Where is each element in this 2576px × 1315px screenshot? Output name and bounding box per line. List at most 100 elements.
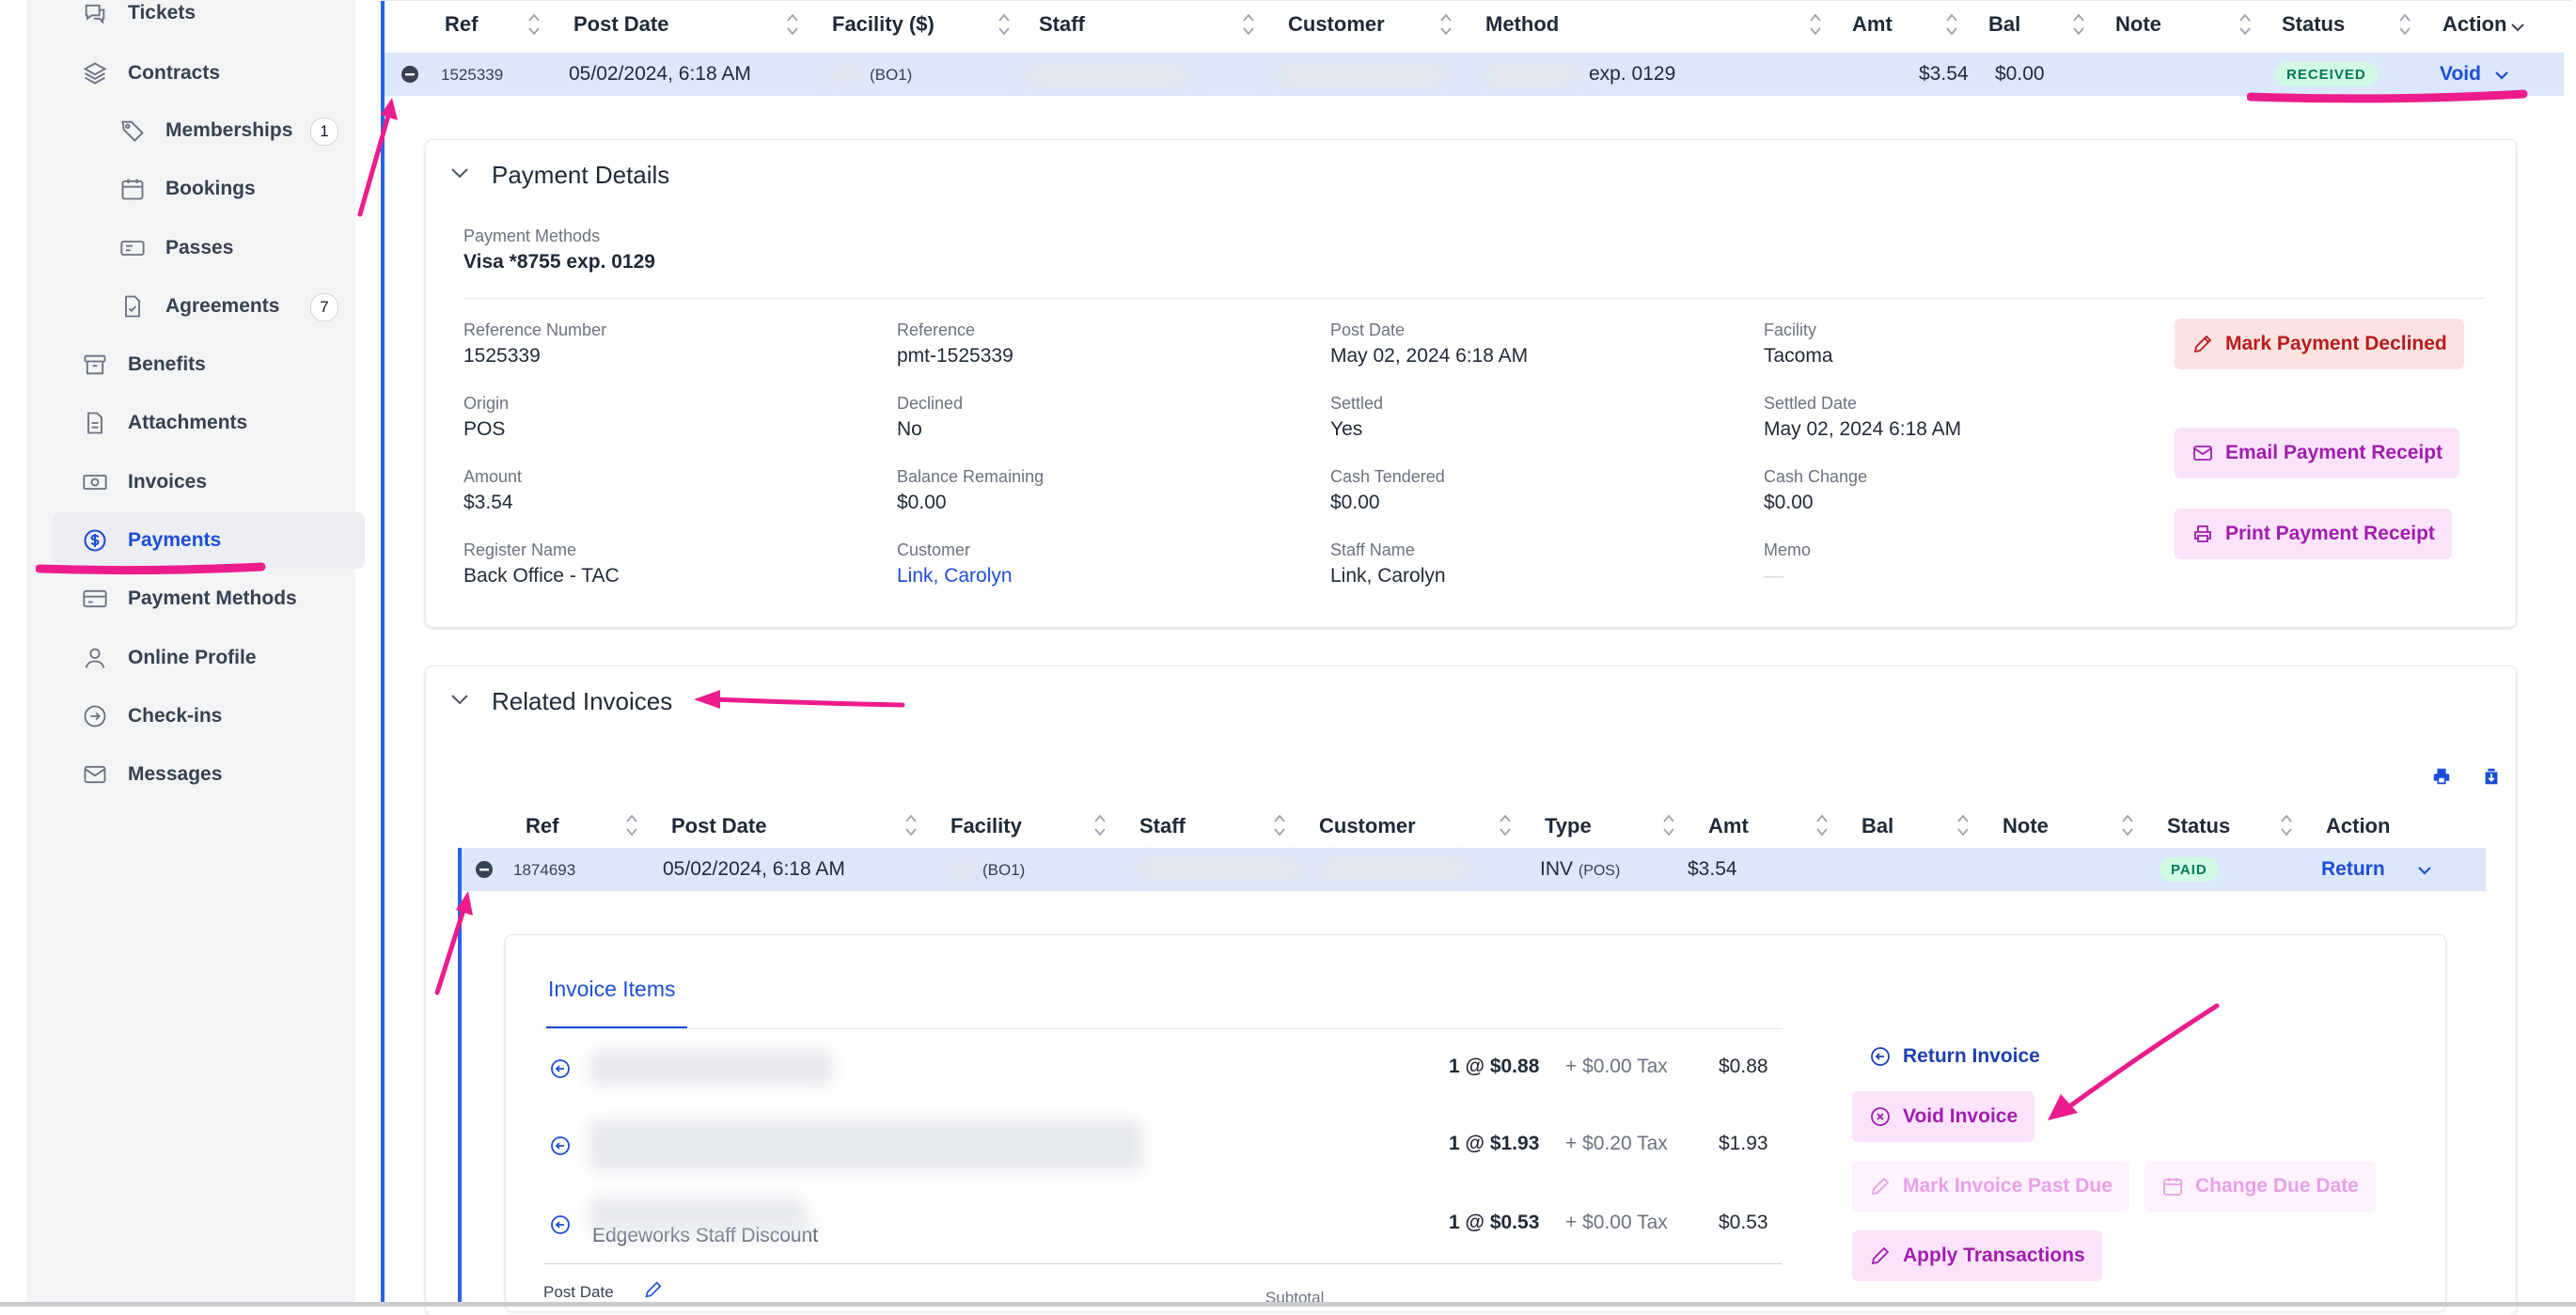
redacted-text [1480, 64, 1583, 85]
return-item-icon[interactable] [549, 1135, 572, 1157]
section-title[interactable]: Related Invoices [492, 687, 672, 716]
header-facility[interactable]: Facility ($) [832, 12, 935, 37]
field-value: pmt-1525339 [897, 345, 1013, 367]
header-post-date[interactable]: Post Date [671, 814, 766, 838]
header-action[interactable]: Action [2326, 814, 2390, 838]
row-facility: (BO1) [870, 66, 913, 84]
sort-icon[interactable] [2397, 10, 2412, 39]
header-bal[interactable]: Bal [1861, 814, 1893, 838]
header-customer[interactable]: Customer [1288, 12, 1385, 37]
sidebar-item-payment-methods[interactable]: Payment Methods [53, 571, 297, 627]
item-total: $1.93 [1719, 1133, 1768, 1154]
sort-icon[interactable] [1956, 811, 1971, 839]
header-post-date[interactable]: Post Date [573, 12, 668, 37]
header-amt[interactable]: Amt [1852, 12, 1893, 37]
sidebar-item-passes[interactable]: Passes [53, 220, 233, 276]
mark-invoice-past-due-button[interactable]: Mark Invoice Past Due [1852, 1161, 2129, 1212]
sort-icon[interactable] [2120, 811, 2135, 839]
chevron-down-icon[interactable] [2510, 22, 2525, 33]
header-ref[interactable]: Ref [526, 814, 558, 838]
sort-icon[interactable] [1661, 811, 1676, 839]
apply-transactions-button[interactable]: Apply Transactions [1852, 1230, 2102, 1281]
void-invoice-button[interactable]: Void Invoice [1852, 1091, 2035, 1142]
return-item-icon[interactable] [549, 1213, 572, 1236]
divider [463, 298, 2485, 299]
print-payment-receipt-button[interactable]: Print Payment Receipt [2175, 509, 2452, 559]
pencil-icon[interactable] [643, 1279, 664, 1300]
row-amt: $3.54 [1919, 63, 1969, 85]
sort-icon[interactable] [1944, 10, 1959, 39]
sidebar-item-online-profile[interactable]: Online Profile [53, 630, 257, 686]
sort-icon[interactable] [2071, 10, 2086, 39]
count-badge: 1 [310, 117, 338, 146]
button-label: Change Due Date [2195, 1175, 2359, 1197]
payments-table-row[interactable]: 1525339 05/02/2024, 6:18 AM (BO1) exp. 0… [385, 53, 2564, 96]
collapse-icon[interactable] [401, 65, 419, 84]
sidebar-item-tickets[interactable]: Tickets [53, 0, 196, 41]
pass-icon [117, 232, 149, 264]
void-action-button[interactable]: Void [2440, 63, 2481, 86]
sidebar-item-benefits[interactable]: Benefits [53, 337, 206, 393]
header-method[interactable]: Method [1485, 12, 1559, 37]
item-total: $0.88 [1719, 1056, 1768, 1077]
header-note[interactable]: Note [2003, 814, 2049, 838]
field-label: Memo [1764, 540, 1812, 559]
sidebar-item-bookings[interactable]: Bookings [53, 161, 256, 217]
header-status[interactable]: Status [2167, 814, 2230, 838]
sort-icon[interactable] [1438, 10, 1453, 39]
annotation-arrow [434, 891, 473, 995]
header-staff[interactable]: Staff [1139, 814, 1186, 838]
chevron-down-icon[interactable] [2417, 865, 2432, 876]
mark-payment-declined-button[interactable]: Mark Payment Declined [2175, 319, 2464, 369]
sidebar-item-check-ins[interactable]: Check-ins [53, 688, 222, 744]
sort-icon[interactable] [1498, 811, 1513, 839]
type-sub: (POS) [1578, 863, 1621, 879]
field-value: 1525339 [463, 345, 541, 367]
header-status[interactable]: Status [2282, 12, 2345, 37]
header-amt[interactable]: Amt [1708, 814, 1749, 838]
sort-icon[interactable] [1808, 10, 1823, 39]
header-bal[interactable]: Bal [1988, 12, 2020, 37]
return-action-button[interactable]: Return [2321, 858, 2385, 881]
sort-icon[interactable] [997, 10, 1012, 39]
sort-icon[interactable] [526, 10, 542, 39]
header-customer[interactable]: Customer [1319, 814, 1416, 838]
header-facility[interactable]: Facility [950, 814, 1022, 838]
header-type[interactable]: Type [1545, 814, 1592, 838]
section-title[interactable]: Payment Details [492, 161, 669, 190]
invoices-table-row[interactable]: 1874693 05/02/2024, 6:18 AM (BO1) INV (P… [462, 848, 2486, 891]
sort-icon[interactable] [624, 811, 639, 839]
sort-icon[interactable] [1814, 811, 1830, 839]
header-action[interactable]: Action [2442, 12, 2506, 37]
header-note[interactable]: Note [2115, 12, 2161, 37]
status-badge: PAID [2160, 857, 2219, 882]
change-due-date-button[interactable]: Change Due Date [2144, 1161, 2376, 1212]
sort-icon[interactable] [1241, 10, 1256, 39]
chevron-down-icon[interactable] [2494, 70, 2509, 81]
sidebar-item-agreements[interactable]: Agreements 7 [53, 278, 355, 335]
download-icon[interactable] [2481, 766, 2502, 787]
sort-icon[interactable] [2238, 10, 2253, 39]
sidebar-item-attachments[interactable]: Attachments [53, 395, 247, 451]
chevron-down-icon[interactable] [450, 166, 469, 180]
sort-icon[interactable] [2279, 811, 2294, 839]
sidebar-item-memberships[interactable]: Memberships 1 [53, 102, 355, 159]
return-item-icon[interactable] [549, 1057, 572, 1080]
printer-icon[interactable] [2431, 766, 2452, 787]
sort-icon[interactable] [903, 811, 919, 839]
chevron-down-icon[interactable] [450, 693, 469, 706]
email-payment-receipt-button[interactable]: Email Payment Receipt [2175, 428, 2460, 478]
return-invoice-button[interactable]: Return Invoice [1852, 1031, 2057, 1082]
tab-invoice-items[interactable]: Invoice Items [548, 977, 676, 1002]
customer-link[interactable]: Link, Carolyn [897, 565, 1013, 587]
header-staff[interactable]: Staff [1039, 12, 1085, 37]
calendar-icon [2163, 1178, 2182, 1196]
sort-icon[interactable] [1092, 811, 1107, 839]
sort-icon[interactable] [1272, 811, 1287, 839]
sort-icon[interactable] [785, 10, 800, 39]
header-ref[interactable]: Ref [445, 12, 478, 37]
sidebar-item-contracts[interactable]: Contracts [53, 45, 220, 102]
sidebar-item-messages[interactable]: Messages [53, 746, 222, 803]
collapse-icon[interactable] [475, 860, 494, 879]
sidebar-item-invoices[interactable]: Invoices [53, 454, 207, 510]
